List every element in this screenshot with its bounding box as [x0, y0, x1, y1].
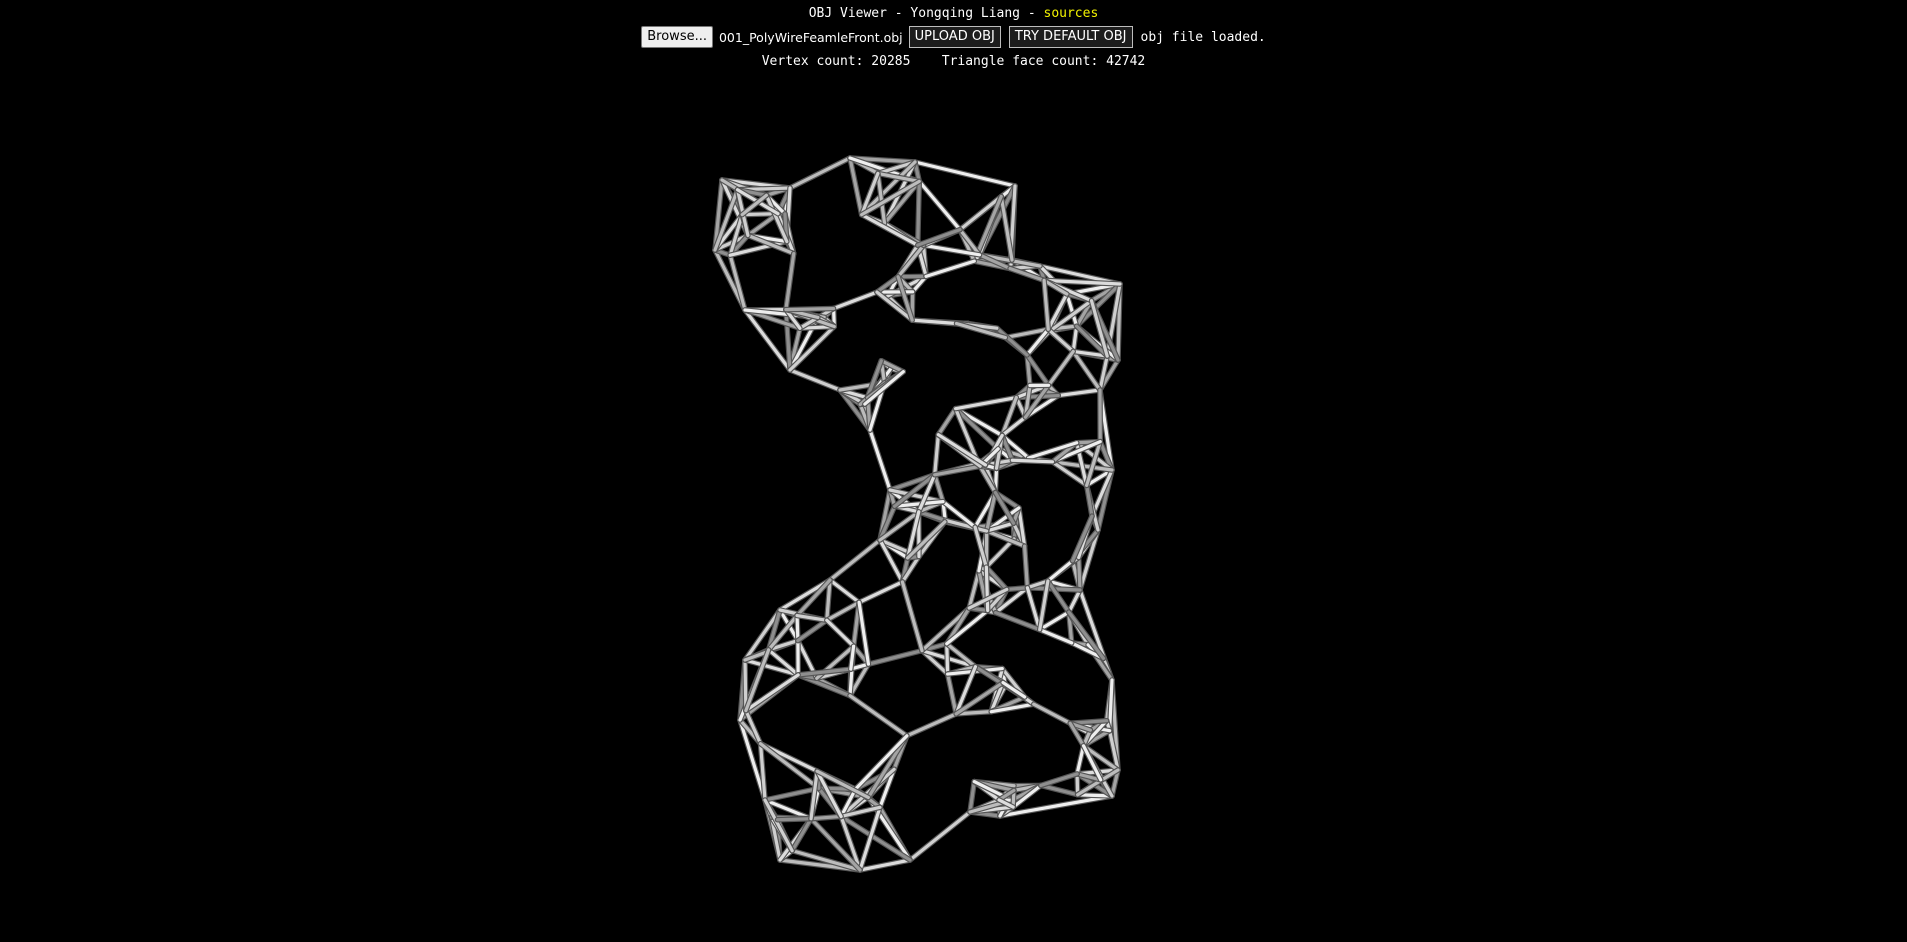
mesh-strut: [775, 817, 813, 822]
mesh-strut: [796, 618, 829, 643]
mesh-strut: [788, 368, 842, 392]
mesh-strut: [790, 817, 813, 853]
mesh-strut: [1046, 349, 1075, 387]
mesh-strut: [1039, 772, 1079, 788]
mesh-strut: [936, 433, 988, 467]
mesh-strut: [916, 228, 962, 247]
mesh-strut: [788, 156, 852, 190]
mesh-strut: [825, 618, 856, 648]
mesh-strut: [743, 658, 748, 713]
mesh-strut: [900, 580, 924, 653]
vertex-count-value: 20285: [871, 54, 911, 69]
wireframe-torso-model: [712, 155, 1123, 873]
mesh-strut: [936, 407, 958, 437]
mesh-strut: [1005, 586, 1030, 592]
mesh-strut: [858, 858, 912, 872]
mesh-strut: [916, 179, 921, 247]
mesh-strut: [809, 814, 843, 821]
mesh-strut: [831, 290, 879, 311]
mesh-strut: [984, 565, 990, 613]
sources-link[interactable]: sources: [1044, 6, 1099, 21]
vertex-count-label: Vertex count:: [761, 54, 864, 69]
mesh-strut: [1046, 327, 1075, 354]
mesh-strut: [908, 810, 972, 862]
load-status: obj file loaded.: [1140, 29, 1266, 45]
mesh-strut: [946, 672, 958, 716]
mesh-strut: [1039, 783, 1080, 797]
mesh-strut: [828, 578, 861, 604]
mesh-strut: [968, 780, 976, 814]
mesh-strut: [1010, 458, 1055, 464]
face-count-label: Triangle face count:: [941, 54, 1099, 69]
3d-viewport-canvas[interactable]: [0, 70, 1907, 942]
mesh-strut: [945, 642, 950, 676]
controls-bar: Browse... 001_PolyWireFeamleFront.obj UP…: [0, 26, 1907, 48]
try-default-obj-button[interactable]: TRY DEFAULT OBJ: [1008, 26, 1133, 48]
page-title: OBJ Viewer - Yongqing Liang -: [808, 6, 1044, 21]
mesh-strut: [1032, 702, 1072, 725]
mesh-strut: [905, 712, 958, 738]
mesh-strut: [857, 580, 905, 604]
mesh-strut: [825, 600, 861, 622]
mesh-strut: [795, 613, 800, 643]
mesh-strut: [917, 179, 962, 232]
mesh-strut: [1067, 588, 1082, 614]
mesh-strut: [1046, 559, 1075, 583]
mesh-strut: [784, 306, 836, 312]
mesh-strut: [1038, 628, 1074, 645]
face-count-value: 42742: [1106, 54, 1146, 69]
mesh-strut: [828, 538, 882, 582]
mesh-strut: [1042, 278, 1050, 331]
mesh-strut: [954, 395, 1018, 411]
mesh-strut: [913, 160, 1017, 188]
mesh-stats: Vertex count: 20285 Triangle face count:…: [0, 54, 1907, 69]
mesh-strut: [868, 428, 892, 492]
mesh-strut: [866, 649, 924, 666]
upload-obj-button[interactable]: UPLOAD OBJ: [908, 26, 1001, 48]
mesh-strut: [924, 259, 976, 278]
mesh-strut: [763, 786, 821, 802]
selected-file-name: 001_PolyWireFeamleFront.obj: [718, 29, 903, 45]
mesh-strut: [848, 694, 909, 738]
title-line: OBJ Viewer - Yongqing Liang - sources: [0, 6, 1907, 22]
mesh-strut: [1077, 555, 1082, 592]
browse-button[interactable]: Browse...: [641, 26, 713, 48]
